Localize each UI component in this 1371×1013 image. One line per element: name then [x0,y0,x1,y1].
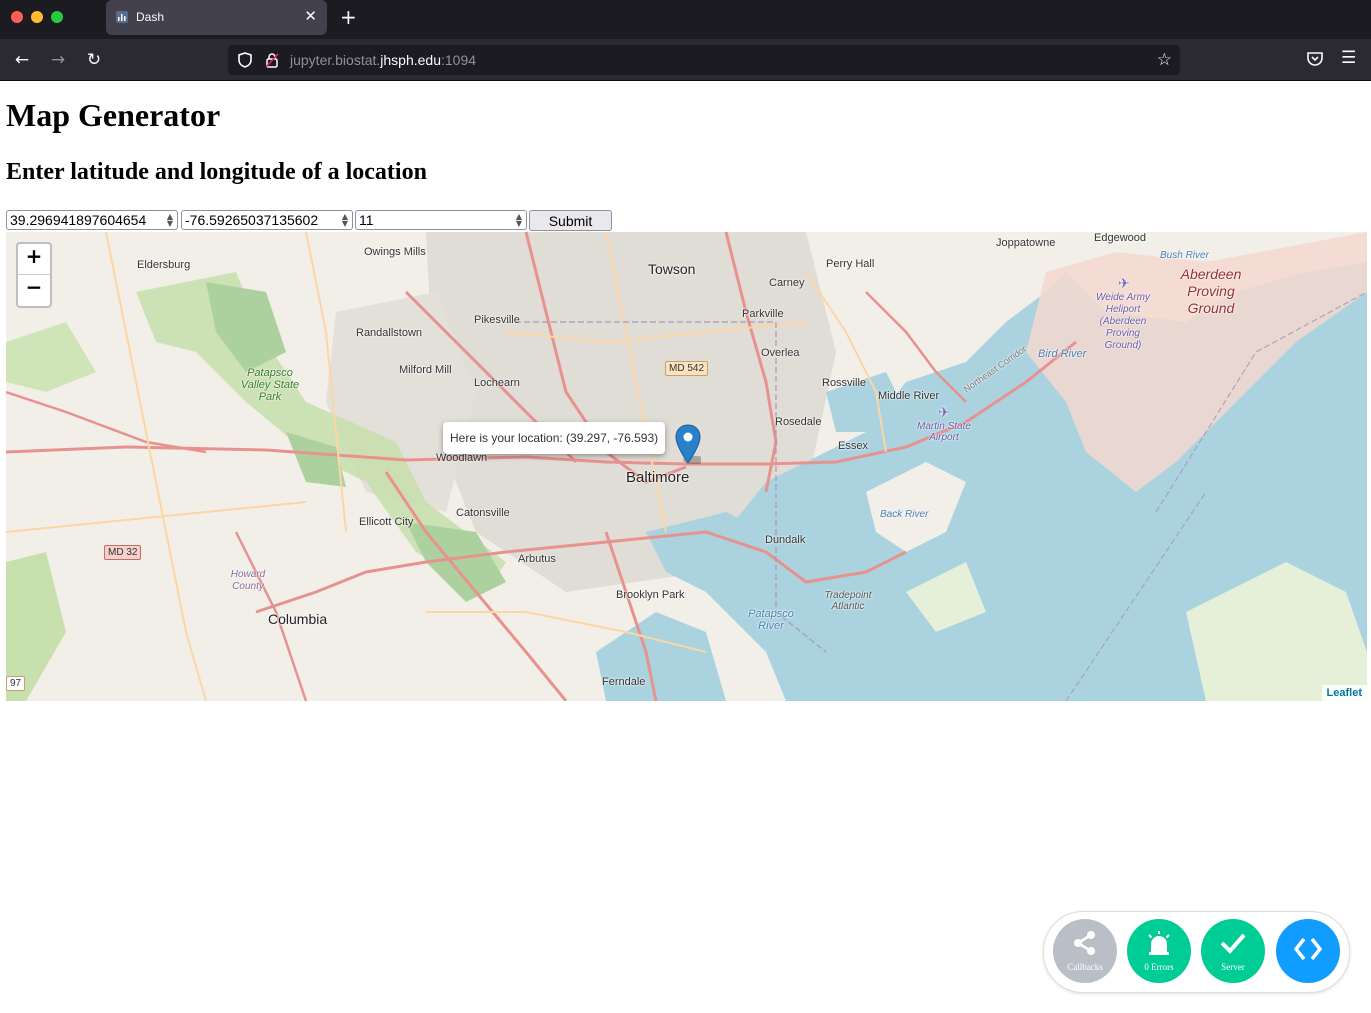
latitude-input[interactable]: 39.296941897604654 ▲ ▼ [6,210,178,230]
browser-navbar: ← → ↻ jupyter.biostat.jhsph.edu:1094 ☆ ☰ [0,39,1371,81]
shield-icon[interactable] [236,51,254,69]
map-label-randallstown: Randallstown [356,327,423,339]
share-nodes-icon [1074,931,1095,955]
zoom-out-button[interactable]: − [18,275,50,305]
server-label: Server [1221,962,1245,972]
longitude-spinner-icon[interactable]: ▲ ▼ [342,213,348,228]
map-label-rossville: Rossville [822,377,867,389]
map-label-howard-county: Howard County [230,569,266,592]
tab-title: Dash [136,10,165,24]
url-port: :1094 [441,52,477,68]
zoom-value: 11 [359,212,374,228]
map-label-edgewood: Edgewood [1094,232,1146,244]
page-title: Map Generator [6,97,221,133]
map-label-back-river: Back River [880,509,929,520]
road-shield-md32: MD 32 [104,545,142,560]
browser-titlebar: Dash ✕ + [0,0,1371,39]
zoom-input[interactable]: 11 ▲ ▼ [355,210,527,230]
map-label-columbia: Columbia [268,611,328,627]
back-arrow-icon[interactable]: ← [11,49,33,71]
map-label-middle-river: Middle River [878,390,940,402]
checkmark-icon [1220,933,1246,954]
insecure-lock-icon[interactable] [264,52,280,68]
map-label-milford-mill: Milford Mill [399,364,452,376]
map-label-patapsco-river: Patapsco River [748,608,794,632]
map-label-overlea: Overlea [761,347,800,359]
map-label-joppatowne: Joppatowne [996,237,1056,249]
map-label-catonsville: Catonsville [456,507,510,519]
errors-button[interactable]: 0 Errors [1127,919,1191,983]
map-label-perry-hall: Perry Hall [826,258,875,270]
map-label-ellicott-city: Ellicott City [359,516,414,528]
longitude-value: -76.59265037135602 [185,212,319,228]
leaflet-attribution-link[interactable]: Leaflet [1321,685,1367,701]
toggle-devtools-button[interactable] [1276,919,1340,983]
map-label-brooklyn-park: Brooklyn Park [616,589,685,601]
map-label-lochearn: Lochearn [474,377,520,389]
zoom-control: + − [16,242,52,308]
pocket-icon[interactable] [1305,49,1325,69]
close-window-button[interactable] [11,11,23,23]
hamburger-menu-icon[interactable]: ☰ [1341,48,1356,68]
map-marker-icon[interactable] [675,424,701,464]
map-label-dundalk: Dundalk [765,534,806,546]
map-label-arbutus: Arbutus [518,553,556,565]
bookmark-star-icon[interactable]: ☆ [1157,50,1172,70]
map-label-pikesville: Pikesville [474,314,520,326]
leaflet-map[interactable]: Baltimore Towson Columbia Eldersburg Owi… [6,232,1367,701]
map-label-martin-airport: Martin State Airport [917,421,971,443]
longitude-input[interactable]: -76.59265037135602 ▲ ▼ [181,210,353,230]
map-label-bush-river: Bush River [1160,250,1209,261]
map-label-aberdeen: Aberdeen Proving Ground [1180,266,1242,316]
location-popup[interactable]: Here is your location: (39.297, -76.593) [443,422,666,454]
popup-text: Here is your location: (39.297, -76.593) [450,431,659,445]
latitude-spinner-icon[interactable]: ▲ ▼ [167,213,173,228]
maximize-window-button[interactable] [51,11,63,23]
map-label-eldersburg: Eldersburg [137,259,191,271]
code-brackets-icon [1294,937,1322,961]
map-label-bird-river: Bird River [1038,348,1087,360]
airport-icon: ✈ [1118,275,1130,291]
map-label-patapsco-valley-park: Patapsco Valley State Park [240,367,300,403]
page-subtitle: Enter latitude and longitude of a locati… [6,159,427,185]
browser-tab[interactable]: Dash ✕ [106,0,327,35]
url-text[interactable]: jupyter.biostat.jhsph.edu:1094 [290,52,476,68]
latitude-value: 39.296941897604654 [10,212,147,228]
dash-favicon-icon [116,11,128,23]
map-tiles[interactable] [6,232,1367,701]
map-label-carney: Carney [769,277,805,289]
submit-button[interactable]: Submit [529,210,612,231]
minimize-window-button[interactable] [31,11,43,23]
errors-label: 0 Errors [1144,962,1174,972]
callbacks-label: Callbacks [1067,962,1103,972]
callbacks-button[interactable]: Callbacks [1053,919,1117,983]
airport-icon: ✈ [938,404,950,420]
forward-arrow-icon[interactable]: → [47,49,69,71]
map-label-owings-mills: Owings Mills [364,246,426,258]
dash-devtools-bar: Callbacks 0 Errors Server [1043,911,1350,993]
server-status-button[interactable]: Server [1201,919,1265,983]
map-label-rosedale: Rosedale [775,416,822,428]
road-shield-md542: MD 542 [665,361,709,376]
alarm-bell-icon [1148,931,1170,955]
road-shield-97: 97 [6,676,26,691]
map-label-parkville: Parkville [742,308,784,320]
url-host: jhsph.edu [380,52,441,68]
close-tab-icon[interactable]: ✕ [304,7,317,25]
map-label-towson: Towson [648,261,696,277]
zoom-spinner-icon[interactable]: ▲ ▼ [516,213,522,228]
map-label-tradepoint: Tradepoint Atlantic [824,590,872,612]
map-label-ferndale: Ferndale [602,676,646,688]
new-tab-button[interactable]: + [340,5,357,29]
map-label-baltimore: Baltimore [626,469,690,486]
url-prefix: jupyter.biostat. [290,52,381,68]
reload-icon[interactable]: ↻ [83,49,105,71]
map-label-essex: Essex [838,440,868,452]
map-label-weide-heliport: Weide Army Heliport (Aberdeen Proving Gr… [1096,292,1150,351]
url-bar[interactable]: jupyter.biostat.jhsph.edu:1094 ☆ [228,45,1180,75]
zoom-in-button[interactable]: + [18,244,50,275]
